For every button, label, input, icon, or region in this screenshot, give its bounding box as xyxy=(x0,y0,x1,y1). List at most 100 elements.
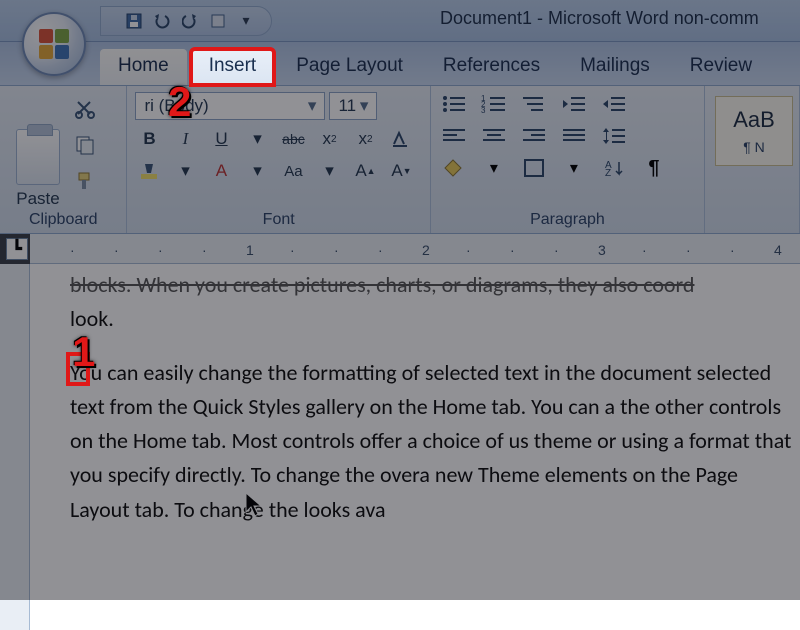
ruler-tick: 4 xyxy=(774,240,782,258)
font-color-button[interactable]: A xyxy=(207,158,235,184)
ruler-tick: · xyxy=(202,240,207,258)
change-case-aa-button[interactable]: Aa xyxy=(279,158,307,184)
shading-icon[interactable] xyxy=(439,156,469,180)
group-label-paragraph: Paragraph xyxy=(439,209,696,231)
copy-icon[interactable] xyxy=(74,134,98,156)
sort-icon[interactable]: AZ xyxy=(599,156,629,180)
strikethrough-button[interactable]: abc xyxy=(279,126,307,152)
line-spacing-icon[interactable] xyxy=(599,124,629,148)
multilevel-list-icon[interactable] xyxy=(519,92,549,116)
subscript-button[interactable]: x2 xyxy=(315,126,343,152)
ruler-tick: 1 xyxy=(246,240,254,258)
ribbon: Paste Clipboard ri (Body) ▾ 11 ▾ xyxy=(0,86,800,234)
office-button[interactable] xyxy=(22,12,92,82)
decrease-indent-icon[interactable] xyxy=(559,92,589,116)
ribbon-tabs: Home Insert Page Layout References Maili… xyxy=(0,42,800,86)
group-paragraph: 123 ▾ ▾ AZ ¶ Paragraph xyxy=(431,86,705,233)
align-center-icon[interactable] xyxy=(479,124,509,148)
ruler-tick: · xyxy=(378,240,383,258)
clipboard-icon xyxy=(16,129,60,185)
style-name-text: ¶ N xyxy=(730,139,778,155)
document-area: blocks. When you create pictures, charts… xyxy=(0,264,800,630)
svg-text:Z: Z xyxy=(605,168,611,177)
font-size-combo[interactable]: 11 ▾ xyxy=(329,92,377,120)
bold-button[interactable]: B xyxy=(135,126,163,152)
redo-icon[interactable] xyxy=(181,12,199,30)
ruler-tick: · xyxy=(554,240,559,258)
tab-stop-selector[interactable]: ┗ xyxy=(6,238,28,260)
chevron-down-icon: ▾ xyxy=(308,96,317,116)
group-font: ri (Body) ▾ 11 ▾ B I U ▾ abc x2 x2 xyxy=(127,86,430,233)
font-name-combo[interactable]: ri (Body) ▾ xyxy=(135,92,325,120)
italic-button[interactable]: I xyxy=(171,126,199,152)
group-label-font: Font xyxy=(135,209,421,231)
print-preview-icon[interactable] xyxy=(209,12,227,30)
borders-icon[interactable] xyxy=(519,156,549,180)
ruler-tick: · xyxy=(730,240,735,258)
group-styles: AaB ¶ N xyxy=(705,86,800,233)
title-bar: ▾ Document1 - Microsoft Word non-comm xyxy=(0,0,800,42)
ruler-tick: · xyxy=(686,240,691,258)
paragraph-2: You can easily change the formatting of … xyxy=(70,356,800,526)
save-icon[interactable] xyxy=(125,12,143,30)
bullets-icon[interactable] xyxy=(439,92,469,116)
change-case-button[interactable] xyxy=(387,126,415,152)
tab-review[interactable]: Review xyxy=(672,49,770,85)
change-case-dropdown-icon[interactable]: ▾ xyxy=(315,158,343,184)
tab-page-layout[interactable]: Page Layout xyxy=(278,49,421,85)
horizontal-ruler[interactable]: · · · · 1 · · · 2 · · · 3 · · · 4 xyxy=(30,234,800,264)
borders-dropdown-icon[interactable]: ▾ xyxy=(559,156,589,180)
ruler-tick: · xyxy=(158,240,163,258)
ruler-tick: · xyxy=(334,240,339,258)
highlight-dropdown-icon[interactable]: ▾ xyxy=(171,158,199,184)
underline-button[interactable]: U xyxy=(207,126,235,152)
quick-access-toolbar: ▾ xyxy=(100,6,272,36)
ruler-tick: · xyxy=(466,240,471,258)
justify-icon[interactable] xyxy=(559,124,589,148)
show-hide-icon[interactable]: ¶ xyxy=(639,156,669,180)
ruler-tick: · xyxy=(70,240,75,258)
undo-icon[interactable] xyxy=(153,12,171,30)
customize-qat-icon[interactable]: ▾ xyxy=(237,12,255,30)
group-label-clipboard: Clipboard xyxy=(8,209,118,231)
svg-text:3: 3 xyxy=(481,106,486,114)
increase-indent-icon[interactable] xyxy=(599,92,629,116)
ruler-tick: 2 xyxy=(422,240,430,258)
underline-dropdown-icon[interactable]: ▾ xyxy=(243,126,271,152)
ruler-tick: · xyxy=(642,240,647,258)
cut-icon[interactable] xyxy=(74,98,98,120)
tab-references[interactable]: References xyxy=(425,49,558,85)
tab-mailings[interactable]: Mailings xyxy=(562,49,668,85)
align-left-icon[interactable] xyxy=(439,124,469,148)
paste-label: Paste xyxy=(16,189,59,209)
ruler-tick: · xyxy=(290,240,295,258)
grow-font-button[interactable]: A▲ xyxy=(351,158,379,184)
paragraph-1: blocks. When you create pictures, charts… xyxy=(70,268,800,336)
highlight-button[interactable] xyxy=(135,158,163,184)
font-size-value: 11 xyxy=(338,96,356,116)
paste-button[interactable]: Paste xyxy=(8,92,68,209)
style-sample-text: AaB xyxy=(730,107,778,133)
window-title: Document1 - Microsoft Word non-comm xyxy=(440,8,759,29)
format-painter-icon[interactable] xyxy=(74,170,98,192)
align-right-icon[interactable] xyxy=(519,124,549,148)
font-name-value: ri (Body) xyxy=(144,96,208,116)
superscript-button[interactable]: x2 xyxy=(351,126,379,152)
vertical-ruler[interactable] xyxy=(0,264,30,630)
shrink-font-button[interactable]: A▼ xyxy=(387,158,415,184)
ruler-tick: 3 xyxy=(598,240,606,258)
style-normal[interactable]: AaB ¶ N xyxy=(715,96,793,166)
office-logo-icon xyxy=(22,12,86,76)
font-color-dropdown-icon[interactable]: ▾ xyxy=(243,158,271,184)
ruler-tick: · xyxy=(510,240,515,258)
ruler-tick: · xyxy=(114,240,119,258)
chevron-down-icon: ▾ xyxy=(360,96,369,116)
tab-insert[interactable]: Insert xyxy=(191,49,275,85)
tab-home[interactable]: Home xyxy=(100,49,187,85)
paragraph-1-tail: look. xyxy=(70,305,114,332)
paragraph-1-lead: blocks. When you create pictures, charts… xyxy=(70,271,694,298)
document-page[interactable]: blocks. When you create pictures, charts… xyxy=(30,264,800,630)
shading-dropdown-icon[interactable]: ▾ xyxy=(479,156,509,180)
numbering-icon[interactable]: 123 xyxy=(479,92,509,116)
group-clipboard: Paste Clipboard xyxy=(0,86,127,233)
